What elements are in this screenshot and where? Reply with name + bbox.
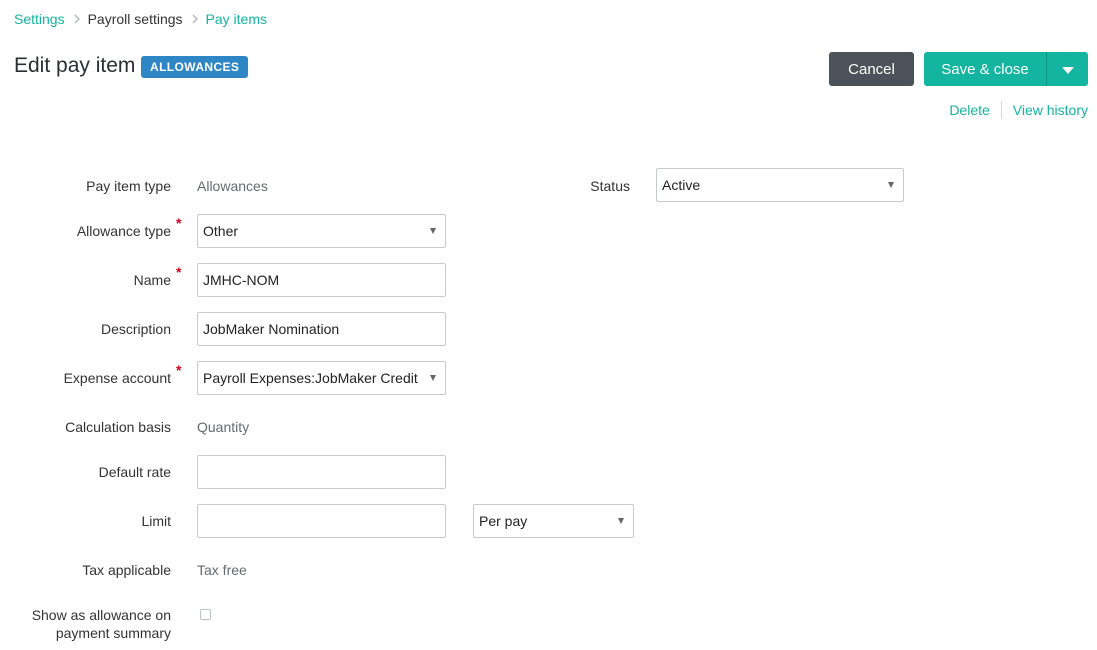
secondary-actions: Delete View history bbox=[949, 101, 1088, 119]
tax-applicable-value: Tax free bbox=[197, 562, 247, 578]
save-and-close-button[interactable]: Save & close bbox=[924, 52, 1046, 86]
dropdown-arrow-icon bbox=[430, 375, 436, 381]
default-rate-input[interactable] bbox=[197, 455, 446, 489]
breadcrumb-payroll-settings-link[interactable]: Payroll settings bbox=[88, 11, 183, 27]
breadcrumb-settings-link[interactable]: Settings bbox=[14, 11, 65, 27]
chevron-right-icon bbox=[74, 14, 80, 24]
pay-item-type-label: Pay item type bbox=[86, 178, 171, 194]
status-select-value: Active bbox=[662, 177, 701, 193]
caret-down-icon bbox=[1061, 61, 1074, 78]
cancel-button[interactable]: Cancel bbox=[829, 52, 914, 86]
dropdown-arrow-icon bbox=[888, 182, 894, 188]
required-asterisk: * bbox=[176, 264, 182, 280]
expense-account-select[interactable]: Payroll Expenses:JobMaker Credit bbox=[197, 361, 446, 395]
name-label: Name bbox=[133, 272, 171, 288]
default-rate-label: Default rate bbox=[98, 464, 171, 480]
status-select[interactable]: Active bbox=[656, 168, 904, 202]
breadcrumb-pay-items-link[interactable]: Pay items bbox=[206, 11, 267, 27]
limit-label: Limit bbox=[141, 513, 171, 529]
allowance-type-select-value: Other bbox=[203, 223, 239, 239]
pay-item-category-badge: ALLOWANCES bbox=[141, 56, 249, 78]
status-label: Status bbox=[590, 178, 630, 194]
name-input[interactable] bbox=[197, 263, 446, 297]
page-title: Edit pay item bbox=[14, 54, 136, 77]
dropdown-arrow-icon bbox=[618, 518, 624, 524]
allowance-type-select[interactable]: Other bbox=[197, 214, 446, 248]
limit-input[interactable] bbox=[197, 504, 446, 538]
view-history-link[interactable]: View history bbox=[1013, 102, 1088, 118]
calculation-basis-value: Quantity bbox=[197, 419, 250, 435]
limit-period-select[interactable]: Per pay bbox=[473, 504, 634, 538]
limit-period-select-value: Per pay bbox=[479, 513, 528, 529]
calculation-basis-label: Calculation basis bbox=[65, 419, 171, 435]
expense-account-label: Expense account bbox=[63, 370, 171, 386]
show-allowance-label-line1: Show as allowance on bbox=[31, 607, 171, 623]
required-asterisk: * bbox=[176, 362, 182, 378]
dropdown-arrow-icon bbox=[430, 228, 436, 234]
tax-applicable-label: Tax applicable bbox=[82, 562, 171, 578]
save-options-dropdown-button[interactable] bbox=[1047, 52, 1088, 86]
description-input[interactable] bbox=[197, 312, 446, 346]
pay-item-type-value: Allowances bbox=[197, 178, 268, 194]
show-allowance-checkbox[interactable] bbox=[200, 609, 211, 620]
required-asterisk: * bbox=[176, 215, 182, 231]
breadcrumb: Settings Payroll settings Pay items bbox=[14, 10, 267, 28]
delete-link[interactable]: Delete bbox=[949, 102, 989, 118]
chevron-right-icon bbox=[192, 14, 198, 24]
show-allowance-label-line2: payment summary bbox=[55, 625, 171, 641]
expense-account-select-value: Payroll Expenses:JobMaker Credit bbox=[203, 370, 418, 386]
allowance-type-label: Allowance type bbox=[76, 223, 171, 239]
divider bbox=[1000, 101, 1002, 119]
description-label: Description bbox=[100, 321, 171, 337]
